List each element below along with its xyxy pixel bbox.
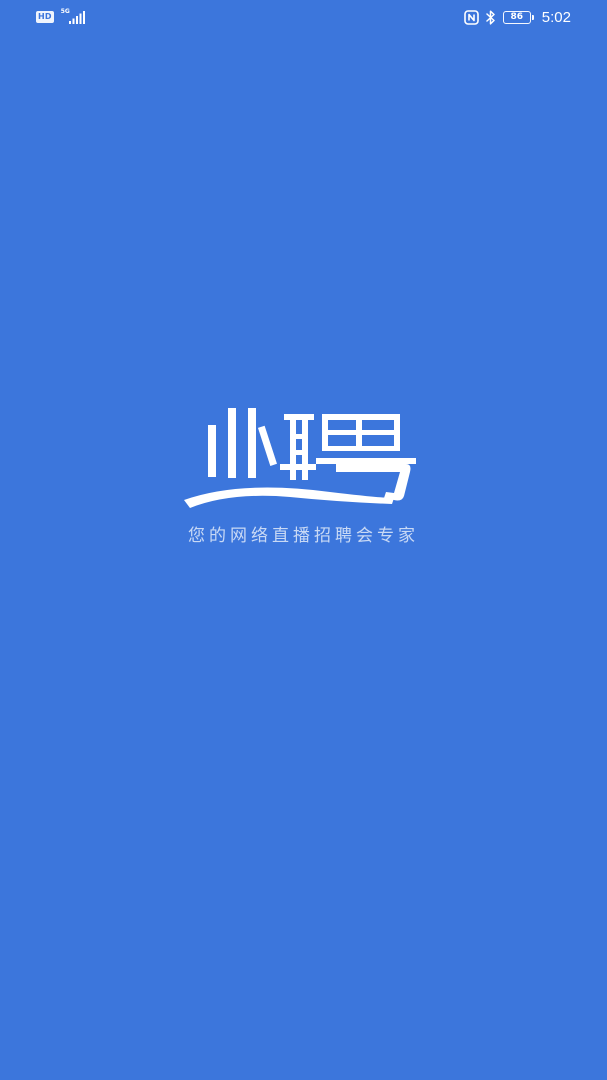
app-tagline: 您的网络直播招聘会专家 (188, 526, 419, 546)
signal-strength-icon (68, 11, 85, 24)
status-right-group: 86 5:02 (463, 8, 571, 26)
status-bar: HD 5G 86 5:02 (0, 0, 607, 34)
cellular-signal: 5G (61, 8, 87, 25)
battery-icon: 86 (502, 10, 534, 24)
status-time: 5:02 (541, 8, 571, 26)
status-left-group: HD 5G (36, 8, 87, 25)
nfc-icon (463, 9, 479, 25)
battery-level: 86 (510, 11, 524, 22)
app-logo (184, 408, 416, 508)
hd-voice-icon: HD (36, 11, 54, 23)
bluetooth-icon (486, 9, 495, 25)
